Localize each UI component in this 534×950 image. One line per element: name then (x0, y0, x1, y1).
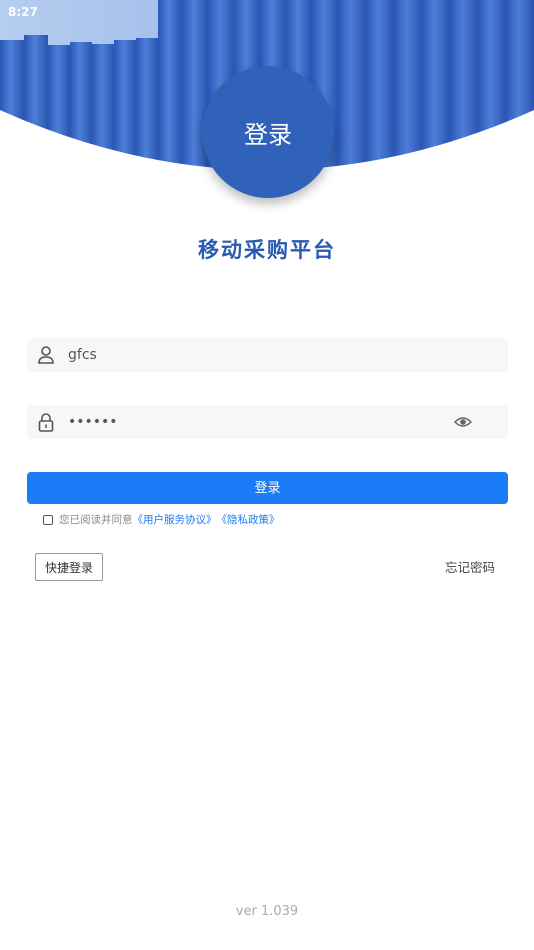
login-circle-badge: 登录 (202, 66, 334, 198)
lock-icon (38, 413, 54, 432)
status-bar: 8:27 (0, 0, 534, 24)
agreement-checkbox[interactable] (43, 515, 53, 525)
status-time: 8:27 (8, 5, 38, 19)
forgot-password-link[interactable]: 忘记密码 (445, 557, 495, 576)
privacy-policy-link[interactable]: 《隐私政策》 (217, 512, 280, 528)
password-field[interactable]: •••••• (27, 405, 508, 439)
eye-icon[interactable] (454, 414, 472, 430)
agreement-row: 您已阅读并同意 《用户服务协议》 《隐私政策》 (43, 512, 280, 528)
user-icon (38, 346, 54, 364)
username-input[interactable]: gfcs (68, 338, 97, 372)
password-input[interactable]: •••••• (68, 405, 118, 439)
login-circle-label: 登录 (244, 120, 292, 149)
username-field[interactable]: gfcs (27, 338, 508, 372)
user-agreement-link[interactable]: 《用户服务协议》 (133, 512, 217, 528)
quick-login-button[interactable]: 快捷登录 (35, 553, 103, 581)
login-button[interactable]: 登录 (27, 472, 508, 504)
app-title: 移动采购平台 (198, 238, 336, 262)
agreement-text: 您已阅读并同意 (59, 514, 133, 526)
version-label: ver 1.039 (235, 904, 299, 919)
